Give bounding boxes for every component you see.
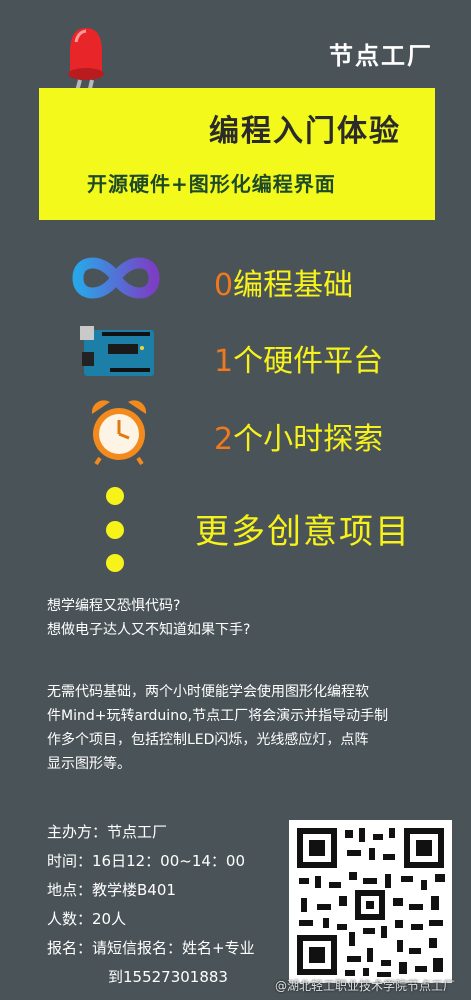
intro-questions: 想学编程又恐惧代码? 想做电子达人又不知道如果下手? (47, 594, 250, 642)
watermark: @湖北轻工职业技术学院节点工厂 (274, 979, 455, 993)
infinity-logo-icon (72, 257, 160, 299)
banner-subtitle: 开源硬件+图形化编程界面 (87, 172, 336, 196)
more-projects: 更多创意项目 (195, 512, 411, 552)
qr-code[interactable] (289, 820, 452, 983)
intro-line: 想做电子达人又不知道如果下手? (47, 622, 251, 638)
feature-number: 2 (214, 422, 234, 457)
description-line: 显示图形等。 (47, 756, 131, 772)
feature-text: 编程基础 (233, 268, 354, 303)
event-location: 地点：教学楼B401 (47, 881, 176, 899)
feature-text: 个硬件平台 (233, 344, 384, 379)
event-capacity: 人数：20人 (47, 910, 127, 928)
feature-item-1: 1个硬件平台 (214, 336, 383, 380)
alarm-clock-icon (91, 400, 147, 466)
bullet-dot (106, 521, 124, 539)
organizer: 主办方：节点工厂 (47, 823, 168, 841)
feature-number: 0 (214, 268, 234, 303)
signup-phone: 到15527301883 (108, 968, 228, 986)
intro-line: 想学编程又恐惧代码? (47, 598, 181, 614)
description-line: 无需代码基础，两个小时便能学会使用图形化编程软 (47, 684, 369, 700)
feature-item-0: 0编程基础 (214, 260, 353, 304)
feature-text: 个小时探索 (233, 422, 384, 457)
signup-instructions: 报名：请短信报名：姓名+专业 (47, 939, 255, 957)
arduino-board-icon (80, 326, 154, 376)
description: 无需代码基础，两个小时便能学会使用图形化编程软 件Mind+玩转arduino,… (47, 680, 437, 776)
description-line: 作多个项目，包括控制LED闪烁，光线感应灯，点阵 (47, 732, 369, 748)
title-banner: 编程入门体验 开源硬件+图形化编程界面 (39, 88, 435, 220)
bullet-dot (106, 487, 124, 505)
event-time: 时间：16日12：00~14：00 (47, 852, 246, 870)
event-info: 主办方：节点工厂 时间：16日12：00~14：00 地点：教学楼B401 人数… (47, 818, 255, 992)
feature-number: 1 (214, 344, 234, 379)
brand-title: 节点工厂 (329, 42, 433, 70)
description-line: 件Mind+玩转arduino,节点工厂将会演示并指导动手制 (47, 708, 389, 724)
bullet-dot (106, 554, 124, 572)
banner-title: 编程入门体验 (209, 114, 401, 149)
feature-item-2: 2个小时探索 (214, 414, 383, 458)
